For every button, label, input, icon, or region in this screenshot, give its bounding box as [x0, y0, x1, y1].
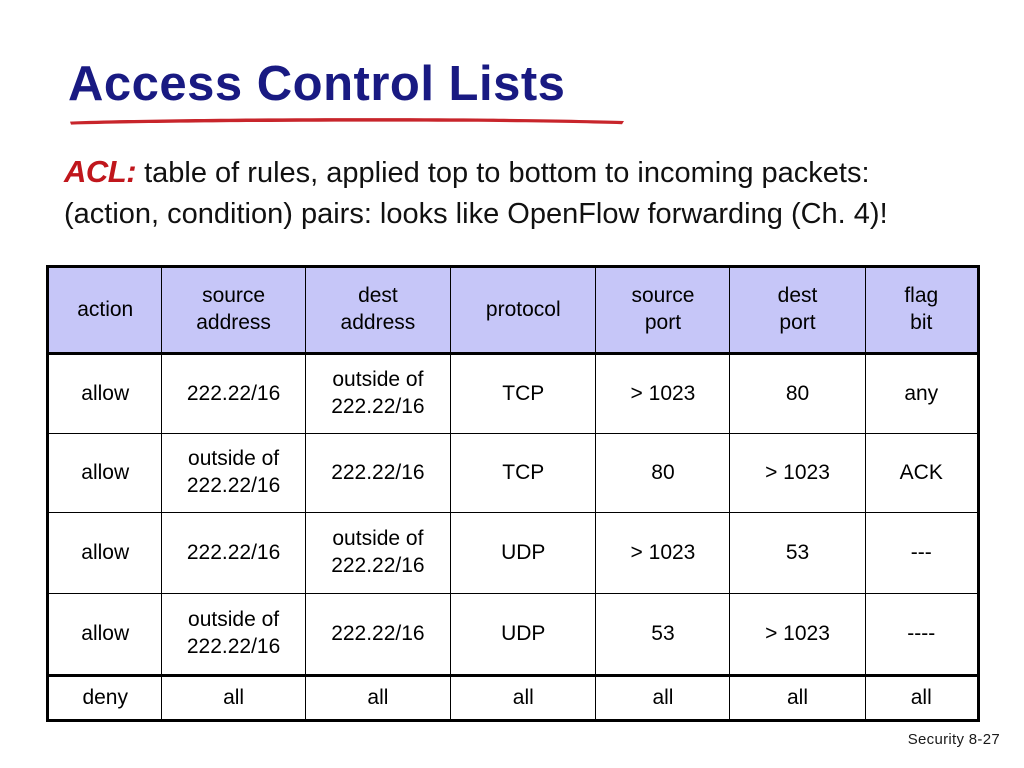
column-header-dest-address-line1: dest [358, 284, 398, 308]
cell-flag-bit: ---- [864, 593, 980, 676]
cell-action: allow [46, 353, 163, 434]
cell-source-address-line1: 222.22/16 [186, 540, 281, 564]
subtitle-line-1-text: table of rules, applied top to bottom to… [136, 157, 870, 189]
cell-action: deny [46, 674, 163, 721]
cell-flag-bit: ACK [864, 433, 980, 513]
cell-flag-bit: --- [864, 512, 980, 594]
column-header-protocol-line1: protocol [485, 297, 561, 321]
column-header-dest-port: dest port [729, 266, 866, 355]
cell-dest-port: all [729, 674, 866, 721]
cell-dest-port: 80 [729, 353, 866, 434]
cell-source-address-line1: outside of [188, 608, 280, 632]
cell-source-port: all [595, 674, 731, 721]
column-header-protocol: protocol [450, 266, 597, 355]
cell-dest-port: > 1023 [729, 593, 866, 676]
cell-source-port: > 1023 [595, 512, 731, 594]
table-header-row: action source address dest address proto… [46, 266, 980, 355]
subtitle-line-1: ACL: table of rules, applied top to bott… [64, 150, 994, 194]
cell-source-port: 53 [595, 593, 731, 676]
column-header-dest-port-line2: port [779, 311, 816, 334]
cell-dest-port: > 1023 [729, 433, 866, 513]
column-header-source-address-line1: source [202, 284, 266, 308]
title-underline-decoration [70, 118, 624, 125]
cell-protocol: TCP [450, 433, 597, 513]
cell-source-address: outside of 222.22/16 [161, 433, 306, 513]
cell-source-address-line1: 222.22/16 [186, 381, 281, 405]
cell-dest-address: outside of 222.22/16 [304, 512, 452, 594]
table-row: allow outside of 222.22/16 222.22/16 UDP… [46, 593, 980, 676]
table-row: allow 222.22/16 outside of 222.22/16 UDP… [46, 512, 980, 594]
cell-action: allow [46, 593, 163, 676]
column-header-source-address-line2: address [196, 311, 271, 334]
table-row: deny all all all all all all [46, 674, 980, 721]
cell-dest-address-line1: 222.22/16 [331, 460, 425, 484]
cell-source-address-line1: outside of [188, 447, 280, 471]
cell-source-address-line2: 222.22/16 [186, 474, 281, 497]
cell-flag-bit: any [864, 353, 980, 434]
cell-dest-address: 222.22/16 [304, 433, 452, 513]
slide-footer: Security 8-27 [907, 731, 1000, 748]
cell-dest-address-line2: 222.22/16 [331, 395, 425, 418]
cell-dest-address: 222.22/16 [304, 593, 452, 676]
column-header-source-port-line2: port [644, 311, 682, 334]
cell-flag-bit: all [864, 674, 980, 721]
table-row: allow outside of 222.22/16 222.22/16 TCP… [46, 433, 980, 513]
column-header-source-address: source address [161, 266, 306, 355]
column-header-flag-bit-line2: bit [910, 311, 933, 334]
column-header-dest-address: dest address [304, 266, 452, 355]
cell-protocol: all [450, 674, 597, 721]
cell-protocol: UDP [450, 512, 597, 594]
cell-source-address: 222.22/16 [161, 353, 306, 434]
cell-dest-address: all [304, 674, 452, 721]
column-header-flag-bit: flag bit [864, 266, 980, 355]
subtitle-block: ACL: table of rules, applied top to bott… [64, 150, 994, 235]
cell-action: allow [46, 433, 163, 513]
cell-source-address: all [161, 674, 306, 721]
column-header-source-port: source port [595, 266, 731, 355]
column-header-flag-bit-line1: flag [904, 284, 939, 308]
column-header-action-line1: action [77, 297, 134, 321]
column-header-source-port-line1: source [631, 284, 695, 308]
cell-protocol: UDP [450, 593, 597, 676]
cell-dest-address: outside of 222.22/16 [304, 353, 452, 434]
cell-source-port: > 1023 [595, 353, 731, 434]
acl-label: ACL: [64, 154, 137, 189]
cell-source-port: 80 [595, 433, 731, 513]
cell-dest-address-line1: outside of [332, 527, 424, 551]
acl-table: action source address dest address proto… [46, 265, 980, 722]
cell-source-address: 222.22/16 [161, 512, 306, 594]
cell-dest-address-line1: outside of [332, 368, 424, 392]
table-row: allow 222.22/16 outside of 222.22/16 TCP… [46, 353, 980, 434]
column-header-dest-address-line2: address [340, 311, 416, 334]
cell-dest-port: 53 [729, 512, 866, 594]
cell-protocol: TCP [450, 353, 597, 434]
page-title: Access Control Lists [68, 57, 566, 111]
cell-action: allow [46, 512, 163, 594]
acl-table-container: action source address dest address proto… [46, 265, 980, 722]
cell-dest-address-line2: 222.22/16 [331, 554, 425, 577]
cell-source-address-line2: 222.22/16 [186, 635, 281, 658]
cell-source-address: outside of 222.22/16 [161, 593, 306, 676]
cell-dest-address-line1: 222.22/16 [331, 621, 425, 645]
column-header-dest-port-line1: dest [777, 284, 818, 308]
column-header-action: action [46, 266, 163, 355]
subtitle-line-2: (action, condition) pairs: looks like Op… [64, 198, 888, 231]
